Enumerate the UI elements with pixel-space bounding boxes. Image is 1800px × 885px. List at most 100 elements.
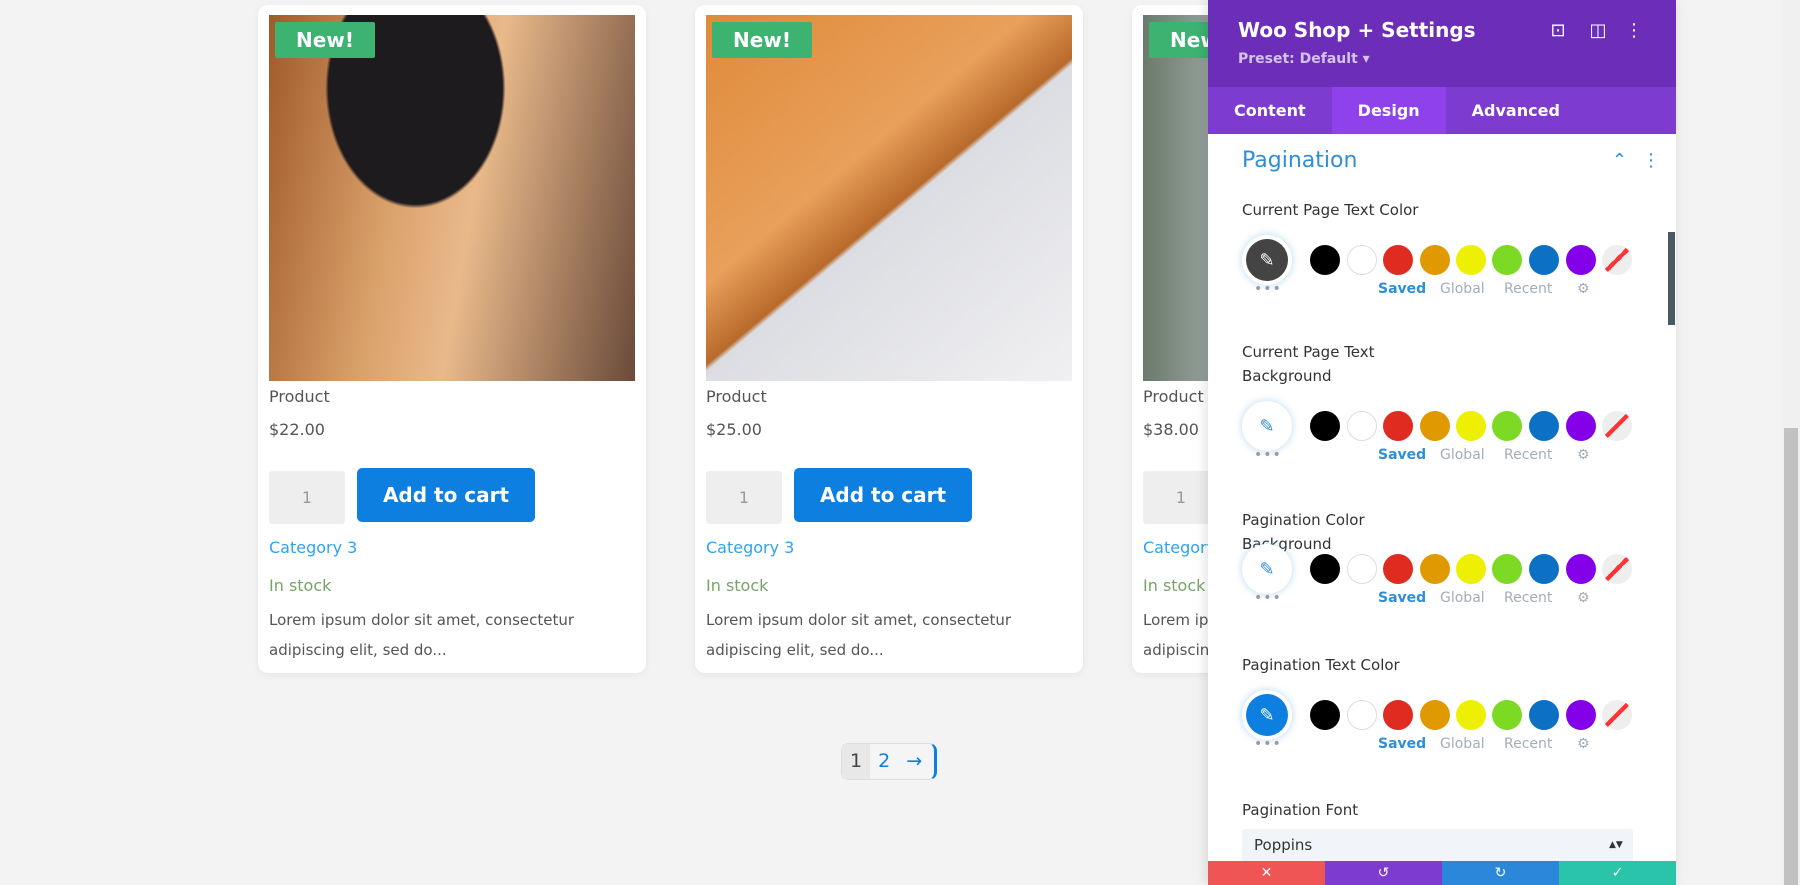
page-current[interactable]: 1	[842, 744, 871, 779]
eyedropper-button[interactable]: ✎	[1242, 235, 1292, 285]
color-swatch[interactable]	[1310, 245, 1340, 275]
color-swatch[interactable]	[1420, 411, 1450, 441]
next-page-arrow[interactable]: →	[898, 744, 930, 779]
fullscreen-icon[interactable]: ⊡	[1546, 20, 1570, 41]
cancel-button[interactable]: ✕	[1208, 861, 1325, 885]
gear-icon[interactable]: ⚙	[1577, 736, 1597, 752]
settings-panel: Woo Shop + Settings Preset: Default ▾ ⊡ …	[1208, 0, 1676, 885]
tab-advanced[interactable]: Advanced	[1446, 87, 1586, 134]
category-link[interactable]: Category 3	[269, 538, 629, 557]
color-swatch[interactable]	[1310, 700, 1340, 730]
color-swatch[interactable]	[1529, 411, 1559, 441]
split-view-icon[interactable]: ◫	[1586, 20, 1610, 41]
color-swatch[interactable]	[1456, 700, 1486, 730]
global-tab[interactable]: Global	[1440, 281, 1500, 297]
preset-dropdown[interactable]: Preset: Default ▾	[1238, 51, 1538, 67]
global-tab[interactable]: Global	[1440, 736, 1500, 752]
color-swatch[interactable]	[1347, 700, 1377, 730]
eyedropper-button[interactable]: ✎	[1242, 401, 1292, 451]
color-swatch[interactable]	[1566, 411, 1596, 441]
gear-icon[interactable]: ⚙	[1577, 447, 1597, 463]
font-select[interactable]: Poppins ▲▼	[1242, 829, 1633, 862]
color-swatch[interactable]	[1566, 554, 1596, 584]
tab-content[interactable]: Content	[1208, 87, 1332, 134]
product-title[interactable]: Product	[269, 387, 629, 406]
color-swatch[interactable]	[1492, 554, 1522, 584]
transparent-swatch[interactable]	[1602, 245, 1632, 275]
color-swatch[interactable]	[1383, 700, 1413, 730]
eyedropper-icon: ✎	[1246, 694, 1288, 736]
color-swatch[interactable]	[1420, 700, 1450, 730]
color-swatch[interactable]	[1456, 411, 1486, 441]
color-swatch[interactable]	[1566, 700, 1596, 730]
color-swatch[interactable]	[1456, 554, 1486, 584]
product-price: $22.00	[269, 420, 325, 439]
color-swatch[interactable]	[1566, 245, 1596, 275]
color-swatch[interactable]	[1529, 245, 1559, 275]
quantity-input[interactable]: 1	[706, 471, 782, 524]
color-swatch[interactable]	[1383, 554, 1413, 584]
more-icon[interactable]: •••	[1254, 590, 1284, 606]
quantity-input[interactable]: 1	[269, 471, 345, 524]
color-swatch[interactable]	[1347, 245, 1377, 275]
page-2-link[interactable]: 2	[870, 744, 898, 779]
eyedropper-button[interactable]: ✎	[1242, 690, 1292, 740]
more-options-icon[interactable]: ⋮	[1622, 20, 1646, 41]
add-to-cart-button[interactable]: Add to cart	[794, 468, 972, 522]
chevron-up-icon[interactable]: ⌃	[1612, 150, 1632, 171]
section-title[interactable]: Pagination	[1242, 148, 1542, 173]
more-icon[interactable]: •••	[1254, 281, 1284, 297]
recent-tab[interactable]: Recent	[1504, 590, 1564, 606]
saved-tab[interactable]: Saved	[1378, 590, 1438, 606]
picker-label: Pagination Text Color	[1242, 656, 1400, 674]
scrollbar-thumb[interactable]	[1784, 428, 1798, 885]
saved-tab[interactable]: Saved	[1378, 736, 1438, 752]
global-tab[interactable]: Global	[1440, 447, 1500, 463]
add-to-cart-button[interactable]: Add to cart	[357, 468, 535, 522]
product-image[interactable]	[269, 15, 635, 381]
save-button[interactable]: ✓	[1559, 861, 1676, 885]
global-tab[interactable]: Global	[1440, 590, 1500, 606]
undo-button[interactable]: ↺	[1325, 861, 1442, 885]
category-link[interactable]: Category 3	[706, 538, 1066, 557]
eyedropper-icon: ✎	[1246, 548, 1288, 590]
panel-title: Woo Shop + Settings	[1238, 18, 1476, 42]
product-image[interactable]	[706, 15, 1072, 381]
color-swatch[interactable]	[1492, 700, 1522, 730]
page-scrollbar[interactable]	[1782, 0, 1800, 885]
color-swatch[interactable]	[1420, 245, 1450, 275]
color-swatch[interactable]	[1529, 554, 1559, 584]
color-swatch[interactable]	[1347, 411, 1377, 441]
eyedropper-icon: ✎	[1246, 405, 1288, 447]
color-swatch[interactable]	[1383, 245, 1413, 275]
more-icon[interactable]: •••	[1254, 447, 1284, 463]
redo-button[interactable]: ↻	[1442, 861, 1559, 885]
color-swatch[interactable]	[1420, 554, 1450, 584]
transparent-swatch[interactable]	[1602, 700, 1632, 730]
recent-tab[interactable]: Recent	[1504, 447, 1564, 463]
transparent-swatch[interactable]	[1602, 411, 1632, 441]
color-swatch[interactable]	[1456, 245, 1486, 275]
color-swatch[interactable]	[1492, 245, 1522, 275]
color-swatch[interactable]	[1310, 554, 1340, 584]
product-title[interactable]: Product	[706, 387, 1066, 406]
transparent-swatch[interactable]	[1602, 554, 1632, 584]
product-card: New! Product $22.00 1 Add to cart Catego…	[258, 5, 646, 673]
saved-tab[interactable]: Saved	[1378, 281, 1438, 297]
section-options-icon[interactable]: ⋮	[1642, 150, 1660, 171]
panel-scrollbar[interactable]	[1668, 232, 1675, 325]
eyedropper-button[interactable]: ✎	[1242, 544, 1292, 594]
tab-design[interactable]: Design	[1331, 87, 1446, 134]
gear-icon[interactable]: ⚙	[1577, 281, 1597, 297]
color-swatch[interactable]	[1310, 411, 1340, 441]
more-icon[interactable]: •••	[1254, 736, 1284, 752]
recent-tab[interactable]: Recent	[1504, 281, 1564, 297]
color-swatch[interactable]	[1529, 700, 1559, 730]
gear-icon[interactable]: ⚙	[1577, 590, 1597, 606]
recent-tab[interactable]: Recent	[1504, 736, 1564, 752]
color-swatch[interactable]	[1347, 554, 1377, 584]
color-swatch[interactable]	[1383, 411, 1413, 441]
color-swatch[interactable]	[1492, 411, 1522, 441]
saved-tab[interactable]: Saved	[1378, 447, 1438, 463]
color-picker: ✎ ••• Saved Global Recent ⚙	[1242, 229, 1636, 297]
